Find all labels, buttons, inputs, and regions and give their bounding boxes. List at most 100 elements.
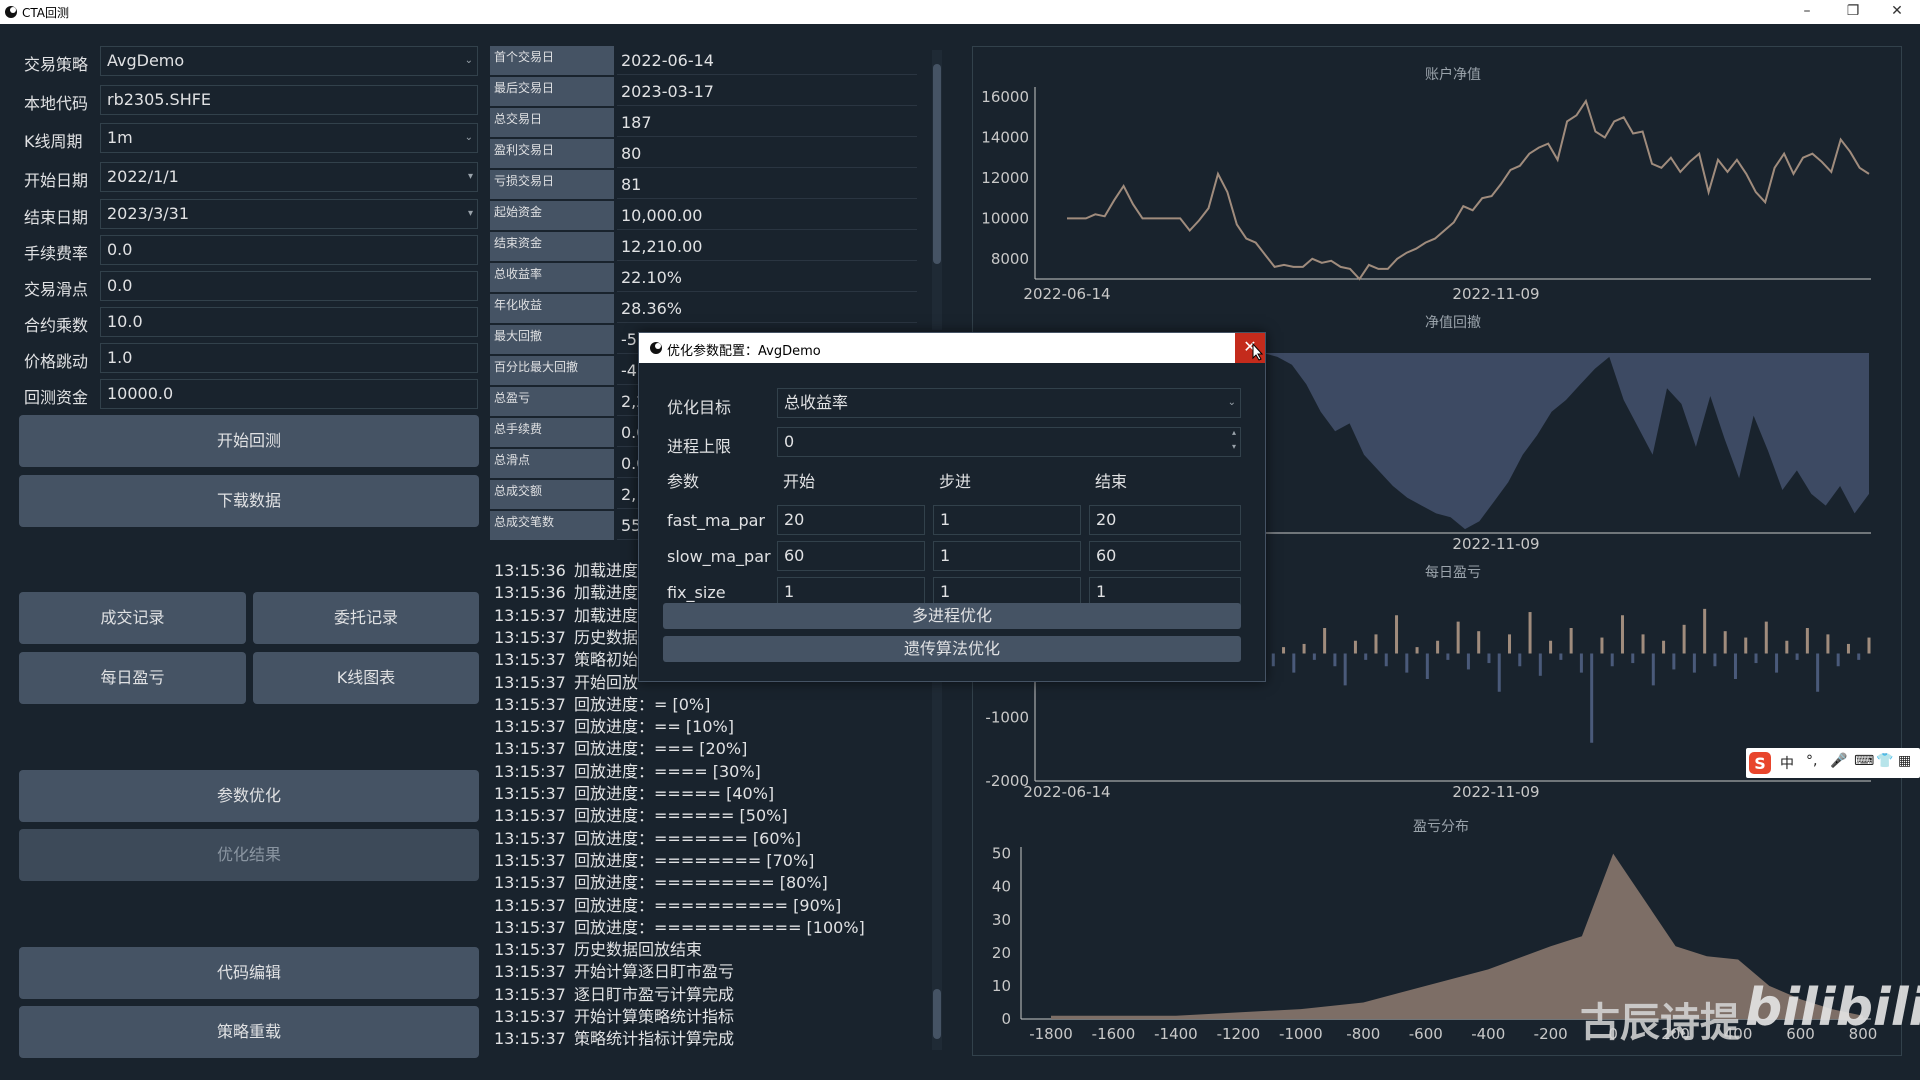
pnl-bar [1662, 640, 1666, 654]
spin-arrows-icon[interactable]: ▴ ▾ [1232, 426, 1236, 454]
chart-title: 每日盈亏 [1425, 565, 1481, 581]
skin-icon[interactable]: 👕 [1876, 753, 1893, 769]
app-icon [5, 6, 17, 18]
log-message: 策略初始 [574, 650, 639, 670]
param-start-input[interactable]: 60 [777, 541, 925, 571]
pnl-bar [1713, 653, 1717, 667]
log-scrollbar-thumb[interactable] [933, 989, 941, 1039]
interval-select[interactable]: 1m ⌄ [100, 123, 478, 153]
stats-row: 结束资金 12,210.00 [490, 232, 930, 263]
param-name: fast_ma_par [667, 511, 765, 530]
toolbox-icon[interactable]: ▦ [1898, 753, 1911, 769]
order-records-button[interactable]: 委托记录 [253, 592, 479, 644]
process-spinbox[interactable]: 0 ▴ ▾ [777, 427, 1241, 457]
symbol-input[interactable]: rb2305.SHFE [100, 85, 478, 115]
start-backtest-button[interactable]: 开始回测 [19, 415, 479, 467]
stats-row: 最后交易日 2023-03-17 [490, 77, 930, 108]
param-end-input[interactable]: 60 [1089, 541, 1241, 571]
param-step-input[interactable]: 1 [933, 505, 1081, 535]
log-line: 13:15:37 策略统计指标计算完成 [494, 1025, 734, 1049]
stats-key: 亏损交易日 [490, 170, 614, 199]
log-timestamp: 13:15:36 [494, 583, 566, 603]
code-edit-button[interactable]: 代码编辑 [19, 947, 479, 999]
param-step-input[interactable]: 1 [933, 541, 1081, 571]
size-input[interactable]: 10.0 [100, 307, 478, 337]
pnl-bar [1323, 628, 1327, 654]
target-value: 总收益率 [784, 393, 849, 412]
minimize-button[interactable]: – [1784, 0, 1830, 24]
stats-value: 10,000.00 [617, 201, 917, 230]
trade-records-button[interactable]: 成交记录 [19, 592, 246, 644]
microphone-icon[interactable]: 🎤 [1830, 753, 1847, 769]
rate-input[interactable]: 0.0 [100, 235, 478, 265]
maximize-button[interactable]: ❐ [1830, 0, 1876, 24]
kline-chart-button[interactable]: K线图表 [253, 652, 479, 704]
stats-value: 2022-06-14 [617, 46, 917, 75]
log-timestamp: 13:15:37 [494, 895, 566, 915]
ime-toolbar[interactable]: S 中 °, 🎤 ⌨ 👕 ▦ [1746, 748, 1920, 778]
pnl-bar [1292, 653, 1296, 673]
log-line: 13:15:37 逐日盯市盈亏计算完成 [494, 981, 734, 1005]
multiprocess-optimize-button[interactable]: 多进程优化 [663, 603, 1241, 629]
param-optimize-button[interactable]: 参数优化 [19, 770, 479, 822]
stats-key: 总成交额 [490, 480, 614, 509]
stats-row: 起始资金 10,000.00 [490, 201, 930, 232]
pricetick-input[interactable]: 1.0 [100, 343, 478, 373]
pnl-bar [1805, 628, 1809, 654]
genetic-optimize-button[interactable]: 遗传算法优化 [663, 636, 1241, 662]
chart-title: 净值回撤 [1425, 315, 1481, 331]
stats-key: 总滑点 [490, 449, 614, 478]
strategy-select[interactable]: AvgDemo ⌄ [100, 46, 478, 76]
chevron-down-icon: ⌄ [464, 55, 473, 66]
col-end-header: 结束 [1095, 472, 1128, 491]
param-start-input[interactable]: 20 [777, 505, 925, 535]
interval-value: 1m [107, 128, 133, 147]
pnl-bar [1775, 653, 1779, 673]
capital-input[interactable]: 10000.0 [100, 379, 478, 409]
pnl-bar [1620, 615, 1624, 654]
stats-scrollbar[interactable] [932, 50, 942, 330]
stats-key: 百分比最大回撤 [490, 356, 614, 385]
close-window-button[interactable]: ✕ [1874, 0, 1920, 24]
optimize-result-button[interactable]: 优化结果 [19, 829, 479, 881]
y-tick-label: -1000 [985, 708, 1029, 726]
daily-pnl-button[interactable]: 每日盈亏 [19, 652, 246, 704]
stats-value: 12,210.00 [617, 232, 917, 261]
stats-row: 总收益率 22.10% [490, 263, 930, 294]
pnl-bar [1528, 612, 1532, 654]
pnl-bar [1600, 637, 1604, 654]
watermark-text: 古辰诗提 [1580, 1000, 1740, 1046]
log-message: 加载进度 [574, 583, 639, 603]
strategy-reload-button[interactable]: 策略重载 [19, 1006, 479, 1058]
ime-chinese-mode[interactable]: 中 [1780, 753, 1794, 773]
keyboard-icon[interactable]: ⌨ [1854, 753, 1874, 769]
stats-key: 总手续费 [490, 418, 614, 447]
target-select[interactable]: 总收益率 ⌄ [777, 388, 1241, 418]
end-date-input[interactable]: 2023/3/31 ▾ [100, 199, 478, 229]
log-message: 开始计算逐日盯市盈亏 [574, 962, 735, 982]
pnl-bar [1333, 653, 1337, 667]
pnl-bar [1466, 653, 1470, 670]
y-tick-label: 50 [992, 845, 1011, 863]
x-tick-label: -600 [1409, 1025, 1443, 1043]
slippage-input[interactable]: 0.0 [100, 271, 478, 301]
chevron-down-icon: ⌄ [464, 132, 473, 143]
x-tick-label: 2022-06-14 [1023, 783, 1110, 801]
log-line: 13:15:37 回放进度：= [0%] [494, 691, 710, 715]
pnl-bar [1384, 653, 1388, 667]
y-tick-label: 40 [992, 878, 1011, 896]
log-line: 13:15:37 回放进度：======= [60%] [494, 825, 801, 849]
window-titlebar: CTA回测 – ❐ ✕ [0, 0, 1920, 24]
stats-scrollbar-thumb[interactable] [933, 64, 941, 264]
stats-key: 年化收益 [490, 294, 614, 323]
target-label: 优化目标 [667, 398, 732, 417]
pnl-bar [1312, 653, 1316, 660]
log-message: 历史数据 [574, 627, 639, 647]
start-date-input[interactable]: 2022/1/1 ▾ [100, 162, 478, 192]
download-data-button[interactable]: 下载数据 [19, 475, 479, 527]
log-timestamp: 13:15:37 [494, 761, 566, 781]
log-timestamp: 13:15:37 [494, 873, 566, 893]
param-end-input[interactable]: 20 [1089, 505, 1241, 535]
size-label: 合约乘数 [24, 316, 89, 335]
ime-punctuation[interactable]: °, [1806, 753, 1817, 769]
